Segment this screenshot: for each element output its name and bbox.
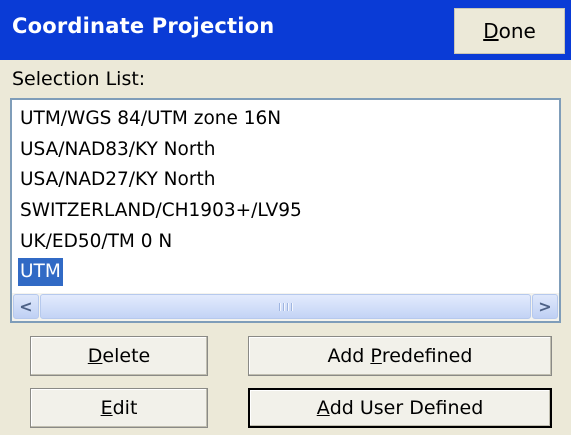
add-predefined-prefix: Add xyxy=(327,345,371,367)
list-item[interactable]: USA/NAD27/KY North xyxy=(18,166,217,194)
chevron-left-icon: < xyxy=(19,297,33,316)
grip-icon xyxy=(278,302,293,311)
add-user-defined-accel: A xyxy=(316,397,330,419)
coordinate-projection-window: Coordinate Projection Done Selection Lis… xyxy=(0,0,571,435)
add-user-defined-button[interactable]: Add User Defined xyxy=(248,388,552,428)
add-user-defined-label: dd User Defined xyxy=(329,397,484,419)
edit-button[interactable]: Edit xyxy=(30,388,208,428)
list-item[interactable]: SWITZERLAND/CH1903+/LV95 xyxy=(18,197,304,225)
title-bar: Coordinate Projection Done xyxy=(0,0,571,60)
scroll-right-button[interactable]: > xyxy=(532,294,558,319)
edit-label: dit xyxy=(112,397,138,419)
add-predefined-accel: P xyxy=(370,345,382,367)
delete-label: elete xyxy=(102,345,151,367)
add-predefined-button[interactable]: Add Predefined xyxy=(248,336,552,376)
delete-button[interactable]: Delete xyxy=(30,336,208,376)
done-button[interactable]: Done xyxy=(454,8,565,54)
done-button-label: one xyxy=(498,19,536,43)
scroll-thumb[interactable] xyxy=(40,294,531,319)
horizontal-scrollbar[interactable]: < > xyxy=(12,293,559,321)
delete-accel: D xyxy=(87,345,103,367)
done-button-accel: D xyxy=(483,19,499,43)
chevron-right-icon: > xyxy=(538,297,552,316)
selection-list-label: Selection List: xyxy=(12,68,146,90)
list-item[interactable]: UK/ED50/TM 0 N xyxy=(18,228,174,256)
list-item[interactable]: UTM/WGS 84/UTM zone 16N xyxy=(18,105,283,133)
edit-accel: E xyxy=(100,397,113,419)
list-item[interactable]: USA/NAD83/KY North xyxy=(18,136,217,164)
add-predefined-label: redefined xyxy=(381,345,473,367)
scroll-left-button[interactable]: < xyxy=(13,294,39,319)
selection-list[interactable]: UTM/WGS 84/UTM zone 16N USA/NAD83/KY Nor… xyxy=(10,98,561,323)
list-item-selected[interactable]: UTM xyxy=(18,258,63,286)
window-title: Coordinate Projection xyxy=(12,14,275,38)
